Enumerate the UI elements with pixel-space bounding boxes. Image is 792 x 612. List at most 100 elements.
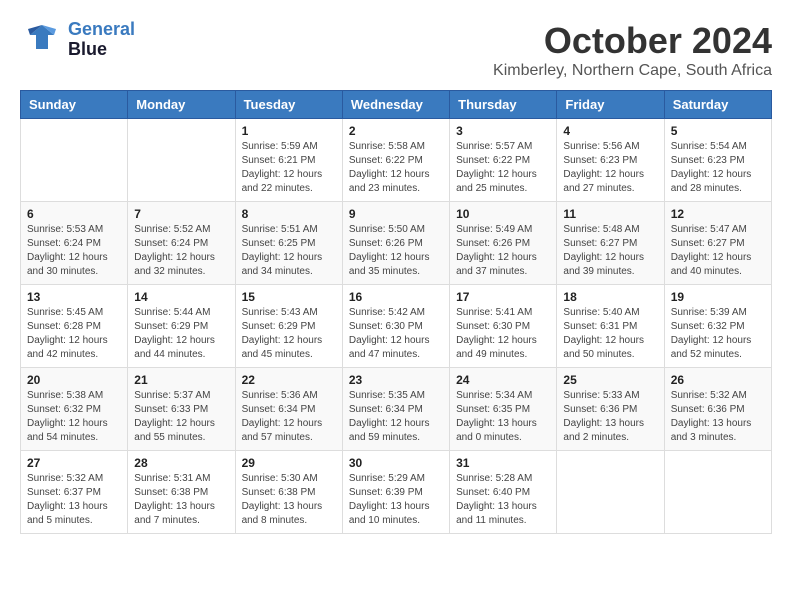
table-row: 22 Sunrise: 5:36 AM Sunset: 6:34 PM Dayli… bbox=[235, 368, 342, 451]
day-info: Sunrise: 5:29 AM Sunset: 6:39 PM Dayligh… bbox=[349, 472, 443, 528]
day-info: Sunrise: 5:44 AM Sunset: 6:29 PM Dayligh… bbox=[134, 306, 228, 362]
col-wednesday: Wednesday bbox=[342, 91, 449, 119]
day-info: Sunrise: 5:39 AM Sunset: 6:32 PM Dayligh… bbox=[671, 306, 765, 362]
day-info: Sunrise: 5:54 AM Sunset: 6:23 PM Dayligh… bbox=[671, 140, 765, 196]
table-row: 24 Sunrise: 5:34 AM Sunset: 6:35 PM Dayli… bbox=[450, 368, 557, 451]
table-row: 17Sunrise: 5:41 AM Sunset: 6:30 PM Dayli… bbox=[450, 285, 557, 368]
calendar-table: Sunday Monday Tuesday Wednesday Thursday… bbox=[20, 90, 772, 534]
table-row: 6Sunrise: 5:53 AM Sunset: 6:24 PM Daylig… bbox=[21, 202, 128, 285]
day-number: 30 bbox=[349, 456, 443, 470]
calendar-header-row: Sunday Monday Tuesday Wednesday Thursday… bbox=[21, 91, 772, 119]
day-info: Sunrise: 5:45 AM Sunset: 6:28 PM Dayligh… bbox=[27, 306, 121, 362]
table-row: 3Sunrise: 5:57 AM Sunset: 6:22 PM Daylig… bbox=[450, 119, 557, 202]
day-info: Sunrise: 5:38 AM Sunset: 6:32 PM Dayligh… bbox=[27, 389, 121, 445]
table-row: 16 Sunrise: 5:42 AM Sunset: 6:30 PM Dayli… bbox=[342, 285, 449, 368]
table-row: 1 Sunrise: 5:59 AM Sunset: 6:21 PM Daylig… bbox=[235, 119, 342, 202]
day-number: 22 bbox=[242, 373, 336, 387]
table-row: 21Sunrise: 5:37 AM Sunset: 6:33 PM Dayli… bbox=[128, 368, 235, 451]
day-info: Sunrise: 5:47 AM Sunset: 6:27 PM Dayligh… bbox=[671, 223, 765, 279]
table-row: 29Sunrise: 5:30 AM Sunset: 6:38 PM Dayli… bbox=[235, 451, 342, 534]
col-friday: Friday bbox=[557, 91, 664, 119]
col-tuesday: Tuesday bbox=[235, 91, 342, 119]
table-row: 20 Sunrise: 5:38 AM Sunset: 6:32 PM Dayli… bbox=[21, 368, 128, 451]
day-number: 25 bbox=[563, 373, 657, 387]
day-number: 13 bbox=[27, 290, 121, 304]
day-number: 24 bbox=[456, 373, 550, 387]
calendar-week-row: 1 Sunrise: 5:59 AM Sunset: 6:21 PM Daylig… bbox=[21, 119, 772, 202]
table-row: 25 Sunrise: 5:33 AM Sunset: 6:36 PM Dayli… bbox=[557, 368, 664, 451]
table-row: 8 Sunrise: 5:51 AM Sunset: 6:25 PM Daylig… bbox=[235, 202, 342, 285]
day-info: Sunrise: 5:35 AM Sunset: 6:34 PM Dayligh… bbox=[349, 389, 443, 445]
table-row bbox=[664, 451, 771, 534]
calendar-week-row: 27 Sunrise: 5:32 AM Sunset: 6:37 PM Dayli… bbox=[21, 451, 772, 534]
day-number: 15 bbox=[242, 290, 336, 304]
table-row: 27 Sunrise: 5:32 AM Sunset: 6:37 PM Dayli… bbox=[21, 451, 128, 534]
table-row: 28Sunrise: 5:31 AM Sunset: 6:38 PM Dayli… bbox=[128, 451, 235, 534]
day-info: Sunrise: 5:56 AM Sunset: 6:23 PM Dayligh… bbox=[563, 140, 657, 196]
day-number: 11 bbox=[563, 207, 657, 221]
logo-line2: Blue bbox=[68, 39, 107, 59]
col-monday: Monday bbox=[128, 91, 235, 119]
table-row: 18Sunrise: 5:40 AM Sunset: 6:31 PM Dayli… bbox=[557, 285, 664, 368]
day-info: Sunrise: 5:28 AM Sunset: 6:40 PM Dayligh… bbox=[456, 472, 550, 528]
day-info: Sunrise: 5:42 AM Sunset: 6:30 PM Dayligh… bbox=[349, 306, 443, 362]
day-number: 16 bbox=[349, 290, 443, 304]
day-info: Sunrise: 5:48 AM Sunset: 6:27 PM Dayligh… bbox=[563, 223, 657, 279]
table-row: 2 Sunrise: 5:58 AM Sunset: 6:22 PM Daylig… bbox=[342, 119, 449, 202]
day-info: Sunrise: 5:30 AM Sunset: 6:38 PM Dayligh… bbox=[242, 472, 336, 528]
table-row: 7 Sunrise: 5:52 AM Sunset: 6:24 PM Daylig… bbox=[128, 202, 235, 285]
logo-icon bbox=[20, 21, 64, 59]
day-info: Sunrise: 5:34 AM Sunset: 6:35 PM Dayligh… bbox=[456, 389, 550, 445]
day-number: 17 bbox=[456, 290, 550, 304]
day-info: Sunrise: 5:50 AM Sunset: 6:26 PM Dayligh… bbox=[349, 223, 443, 279]
day-number: 7 bbox=[134, 207, 228, 221]
day-info: Sunrise: 5:49 AM Sunset: 6:26 PM Dayligh… bbox=[456, 223, 550, 279]
col-sunday: Sunday bbox=[21, 91, 128, 119]
day-number: 1 bbox=[242, 124, 336, 138]
table-row: 13 Sunrise: 5:45 AM Sunset: 6:28 PM Dayli… bbox=[21, 285, 128, 368]
table-row bbox=[21, 119, 128, 202]
col-saturday: Saturday bbox=[664, 91, 771, 119]
day-info: Sunrise: 5:33 AM Sunset: 6:36 PM Dayligh… bbox=[563, 389, 657, 445]
day-info: Sunrise: 5:52 AM Sunset: 6:24 PM Dayligh… bbox=[134, 223, 228, 279]
day-number: 8 bbox=[242, 207, 336, 221]
day-info: Sunrise: 5:57 AM Sunset: 6:22 PM Dayligh… bbox=[456, 140, 550, 196]
day-number: 19 bbox=[671, 290, 765, 304]
page-header: General Blue October 2024 Kimberley, Nor… bbox=[20, 20, 772, 80]
calendar-week-row: 20 Sunrise: 5:38 AM Sunset: 6:32 PM Dayli… bbox=[21, 368, 772, 451]
table-row: 31 Sunrise: 5:28 AM Sunset: 6:40 PM Dayli… bbox=[450, 451, 557, 534]
day-info: Sunrise: 5:59 AM Sunset: 6:21 PM Dayligh… bbox=[242, 140, 336, 196]
table-row: 15Sunrise: 5:43 AM Sunset: 6:29 PM Dayli… bbox=[235, 285, 342, 368]
table-row bbox=[557, 451, 664, 534]
day-number: 27 bbox=[27, 456, 121, 470]
day-info: Sunrise: 5:51 AM Sunset: 6:25 PM Dayligh… bbox=[242, 223, 336, 279]
month-title: October 2024 bbox=[493, 20, 772, 62]
day-number: 9 bbox=[349, 207, 443, 221]
logo: General Blue bbox=[20, 20, 135, 60]
table-row: 10Sunrise: 5:49 AM Sunset: 6:26 PM Dayli… bbox=[450, 202, 557, 285]
day-info: Sunrise: 5:32 AM Sunset: 6:37 PM Dayligh… bbox=[27, 472, 121, 528]
table-row: 23Sunrise: 5:35 AM Sunset: 6:34 PM Dayli… bbox=[342, 368, 449, 451]
day-number: 14 bbox=[134, 290, 228, 304]
col-thursday: Thursday bbox=[450, 91, 557, 119]
day-number: 4 bbox=[563, 124, 657, 138]
table-row: 9 Sunrise: 5:50 AM Sunset: 6:26 PM Daylig… bbox=[342, 202, 449, 285]
day-info: Sunrise: 5:37 AM Sunset: 6:33 PM Dayligh… bbox=[134, 389, 228, 445]
table-row: 4 Sunrise: 5:56 AM Sunset: 6:23 PM Daylig… bbox=[557, 119, 664, 202]
table-row: 19 Sunrise: 5:39 AM Sunset: 6:32 PM Dayli… bbox=[664, 285, 771, 368]
day-number: 12 bbox=[671, 207, 765, 221]
table-row: 12 Sunrise: 5:47 AM Sunset: 6:27 PM Dayli… bbox=[664, 202, 771, 285]
location-title: Kimberley, Northern Cape, South Africa bbox=[493, 62, 772, 80]
table-row: 26 Sunrise: 5:32 AM Sunset: 6:36 PM Dayli… bbox=[664, 368, 771, 451]
day-info: Sunrise: 5:53 AM Sunset: 6:24 PM Dayligh… bbox=[27, 223, 121, 279]
day-info: Sunrise: 5:32 AM Sunset: 6:36 PM Dayligh… bbox=[671, 389, 765, 445]
day-info: Sunrise: 5:58 AM Sunset: 6:22 PM Dayligh… bbox=[349, 140, 443, 196]
day-number: 31 bbox=[456, 456, 550, 470]
table-row: 14 Sunrise: 5:44 AM Sunset: 6:29 PM Dayli… bbox=[128, 285, 235, 368]
day-info: Sunrise: 5:36 AM Sunset: 6:34 PM Dayligh… bbox=[242, 389, 336, 445]
day-number: 20 bbox=[27, 373, 121, 387]
day-number: 2 bbox=[349, 124, 443, 138]
day-number: 28 bbox=[134, 456, 228, 470]
day-info: Sunrise: 5:40 AM Sunset: 6:31 PM Dayligh… bbox=[563, 306, 657, 362]
day-number: 26 bbox=[671, 373, 765, 387]
